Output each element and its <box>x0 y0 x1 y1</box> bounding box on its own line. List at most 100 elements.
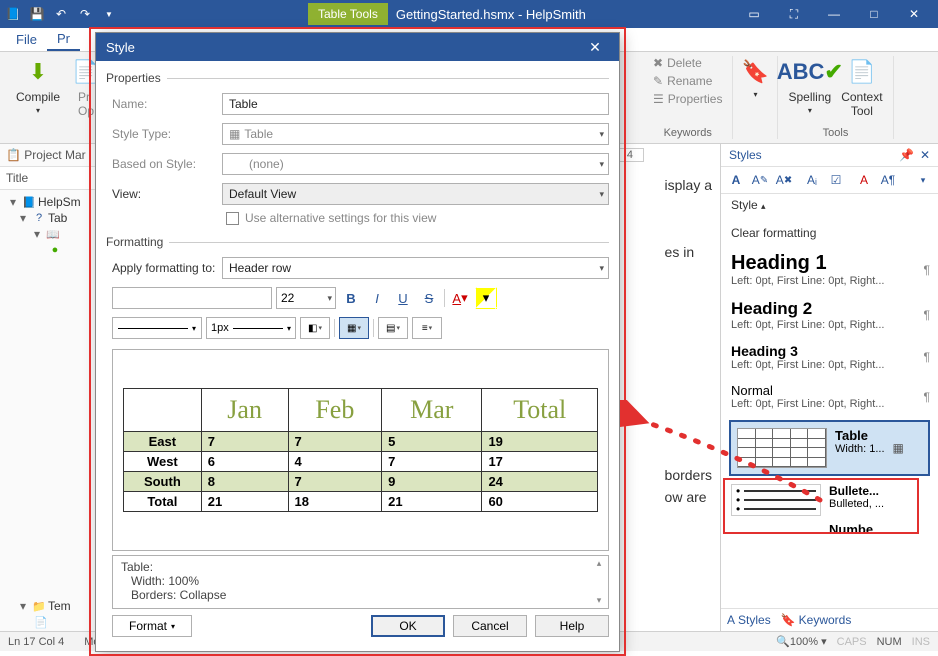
border-style-select[interactable]: ▾ <box>112 317 202 339</box>
style-more-icon[interactable]: ▾ <box>914 171 932 189</box>
highlight-button[interactable]: ▾ <box>475 287 497 309</box>
tab-project[interactable]: Pr <box>47 28 80 51</box>
help-button[interactable]: Help <box>535 615 609 637</box>
redo-icon[interactable]: ↷ <box>76 5 94 23</box>
tree-template-item[interactable]: 📄 <box>2 614 102 630</box>
delete-button[interactable]: ✖Delete <box>653 56 722 70</box>
tree-node-tab[interactable]: ▾?Tab <box>2 210 102 226</box>
project-manager-header: 📋 Project Mar <box>0 144 104 167</box>
fullscreen-icon[interactable]: ⛶ <box>774 0 814 28</box>
pin-icon[interactable]: 📌 <box>899 148 914 162</box>
keywords-button[interactable]: 🔖▾ <box>739 56 771 99</box>
summary-box: Table: Width: 100% Borders: Collapse ▴▾ <box>112 555 609 609</box>
font-size-select[interactable]: 22▾ <box>276 287 336 309</box>
keywords-group-label: Keywords <box>664 127 712 139</box>
app-icon: 📘 <box>4 5 22 23</box>
dialog-title: Style <box>106 40 135 55</box>
dialog-titlebar[interactable]: Style ✕ <box>96 33 619 61</box>
tab-styles[interactable]: AStyles <box>727 613 771 627</box>
edit-style-icon[interactable]: A✎ <box>751 171 769 189</box>
spelling-button[interactable]: ABC✔ Spelling ▾ <box>788 56 831 118</box>
style-numbered[interactable]: Numbe <box>721 520 938 543</box>
style-table[interactable]: Table Width: 1... ▦ <box>729 420 930 476</box>
context-tool-button[interactable]: 📄 Context Tool <box>841 56 882 118</box>
style-heading3[interactable]: Heading 3 Left: 0pt, First Line: 0pt, Ri… <box>721 337 938 377</box>
ok-button[interactable]: OK <box>371 615 445 637</box>
close-panel-icon[interactable]: ✕ <box>920 148 930 162</box>
alt-settings-checkbox[interactable] <box>226 212 239 225</box>
dialog-close-button[interactable]: ✕ <box>581 33 609 61</box>
border-width-select[interactable]: 1px▾ <box>206 317 296 339</box>
shading-button[interactable]: ▤▾ <box>378 317 408 339</box>
title-column-header[interactable]: Title <box>0 167 104 190</box>
style-normal[interactable]: Normal Left: 0pt, First Line: 0pt, Right… <box>721 377 938 416</box>
style-para-icon[interactable]: A¶ <box>879 171 897 189</box>
maximize-button[interactable]: □ <box>854 0 894 28</box>
underline-button[interactable]: U <box>392 287 414 309</box>
style-font-icon[interactable]: A <box>855 171 873 189</box>
compile-icon: ⬇ <box>22 56 54 88</box>
style-bulleted[interactable]: Bullete... Bulleted, ... <box>721 480 938 520</box>
delete-style-icon[interactable]: A✖ <box>775 171 793 189</box>
bold-button[interactable]: B <box>340 287 362 309</box>
table-style-thumb-icon <box>737 428 827 468</box>
clear-formatting-item[interactable]: Clear formatting <box>721 220 938 246</box>
style-heading2[interactable]: Heading 2 Left: 0pt, First Line: 0pt, Ri… <box>721 293 938 337</box>
font-color-button[interactable]: A▾ <box>449 287 471 309</box>
borders-button[interactable]: ▦▾ <box>339 317 369 339</box>
style-type-select[interactable]: ▦Table▾ <box>222 123 609 145</box>
context-tool-icon: 📄 <box>846 56 878 88</box>
tree-templates[interactable]: ▾📁Tem <box>2 598 102 614</box>
project-options-label: Pr Op <box>78 90 94 118</box>
keywords-icon: 🔖 <box>739 56 771 88</box>
alt-settings-row[interactable]: Use alternative settings for this view <box>226 211 609 225</box>
name-input[interactable]: Table <box>222 93 609 115</box>
ribbon-min-icon[interactable]: ▭ <box>734 0 774 28</box>
keywords-tab-icon: 🔖 <box>781 613 796 627</box>
dialog-button-row: Format▾ OK Cancel Help <box>106 615 609 645</box>
spelling-icon: ABC✔ <box>794 56 826 88</box>
apply-to-select[interactable]: Header row▾ <box>222 257 609 279</box>
border-color-button[interactable]: ◧▾ <box>300 317 330 339</box>
styles-list[interactable]: Clear formatting Heading 1 Left: 0pt, Fi… <box>721 216 938 608</box>
contextual-tab-table-tools[interactable]: Table Tools <box>308 3 388 25</box>
new-style-icon[interactable]: A <box>727 171 745 189</box>
zoom-control[interactable]: 🔍100% ▾ <box>776 635 826 648</box>
view-select[interactable]: Default View▾ <box>222 183 609 205</box>
tree-node-child[interactable]: ▾📖 <box>2 226 102 242</box>
style-options-icon[interactable]: ☑ <box>827 171 845 189</box>
document-text: isplay a es in borders ow are <box>665 174 712 508</box>
undo-icon[interactable]: ↶ <box>52 5 70 23</box>
summary-scrollbar[interactable]: ▴▾ <box>592 558 606 606</box>
properties-button[interactable]: ☰Properties <box>653 92 722 106</box>
table-type-icon: ▦ <box>893 441 904 455</box>
qat-dropdown-icon[interactable]: ▼ <box>100 5 118 23</box>
save-icon[interactable]: 💾 <box>28 5 46 23</box>
strike-button[interactable]: S <box>418 287 440 309</box>
cancel-button[interactable]: Cancel <box>453 615 527 637</box>
ruler-marker: 4 <box>616 148 644 162</box>
align-button[interactable]: ≡▾ <box>412 317 442 339</box>
close-button[interactable]: ✕ <box>894 0 934 28</box>
tree-leaf[interactable]: ● <box>2 242 102 258</box>
tab-keywords[interactable]: 🔖Keywords <box>781 613 852 627</box>
name-label: Name: <box>112 97 222 111</box>
style-heading1[interactable]: Heading 1 Left: 0pt, First Line: 0pt, Ri… <box>721 246 938 293</box>
tree-root[interactable]: ▾📘HelpSm <box>2 194 102 210</box>
name-row: Name: Table <box>112 93 609 115</box>
styles-tab-icon: A <box>727 613 735 627</box>
compile-button[interactable]: ⬇ Compile ▾ <box>16 56 60 118</box>
format-menu-button[interactable]: Format▾ <box>112 615 192 637</box>
project-tree[interactable]: ▾📘HelpSm ▾?Tab ▾📖 ● ▾📁Tem 📄 📄 📄 <box>0 190 104 631</box>
italic-button[interactable]: I <box>366 287 388 309</box>
rename-button[interactable]: ✎Rename <box>653 74 722 88</box>
font-family-select[interactable] <box>112 287 272 309</box>
style-inspector-icon[interactable]: Aᵢ <box>803 171 821 189</box>
minimize-button[interactable]: — <box>814 0 854 28</box>
based-on-label: Based on Style: <box>112 157 222 171</box>
based-on-select[interactable]: (none)▾ <box>222 153 609 175</box>
tools-group-label: Tools <box>823 127 849 139</box>
view-label: View: <box>112 187 222 201</box>
style-section-toggle[interactable]: Style ▴ <box>721 194 938 216</box>
tab-file[interactable]: File <box>6 28 47 51</box>
